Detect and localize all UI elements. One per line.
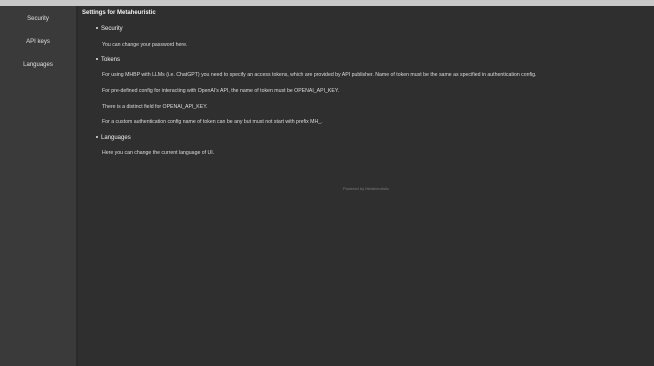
section-heading-languages: Languages [96, 135, 131, 141]
sidebar-item-languages[interactable]: Languages [0, 62, 76, 68]
section-heading-label: Languages [101, 135, 131, 141]
security-paragraph: You can change your password here. [102, 42, 188, 48]
tokens-paragraph-1: For using MHBP with LLMs (i.e. ChatGPT) … [102, 72, 537, 78]
languages-paragraph: Here you can change the current language… [102, 150, 215, 156]
section-heading-label: Security [101, 26, 123, 32]
section-heading-label: Tokens [101, 57, 121, 63]
section-heading-security: Security [96, 26, 123, 32]
page-title: Settings for Metaheuristic [82, 10, 156, 16]
section-heading-tokens: Tokens [96, 57, 120, 63]
tokens-paragraph-2: For pre-defined config for interacting w… [102, 88, 340, 94]
bullet-icon [96, 136, 98, 139]
footer-powered-by: Powered by Metaheuristic [342, 186, 390, 191]
tokens-paragraph-3: There is a distinct field for OPENAI_API… [102, 104, 208, 110]
sidebar: Security API keys Languages [0, 6, 76, 366]
sidebar-item-security[interactable]: Security [0, 16, 76, 22]
tokens-paragraph-4: For a custom authentication config name … [102, 119, 323, 125]
bullet-icon [96, 58, 98, 61]
main-content: Settings for Metaheuristic Security You … [78, 6, 654, 366]
bullet-icon [96, 27, 98, 30]
sidebar-item-api-keys[interactable]: API keys [0, 39, 76, 45]
